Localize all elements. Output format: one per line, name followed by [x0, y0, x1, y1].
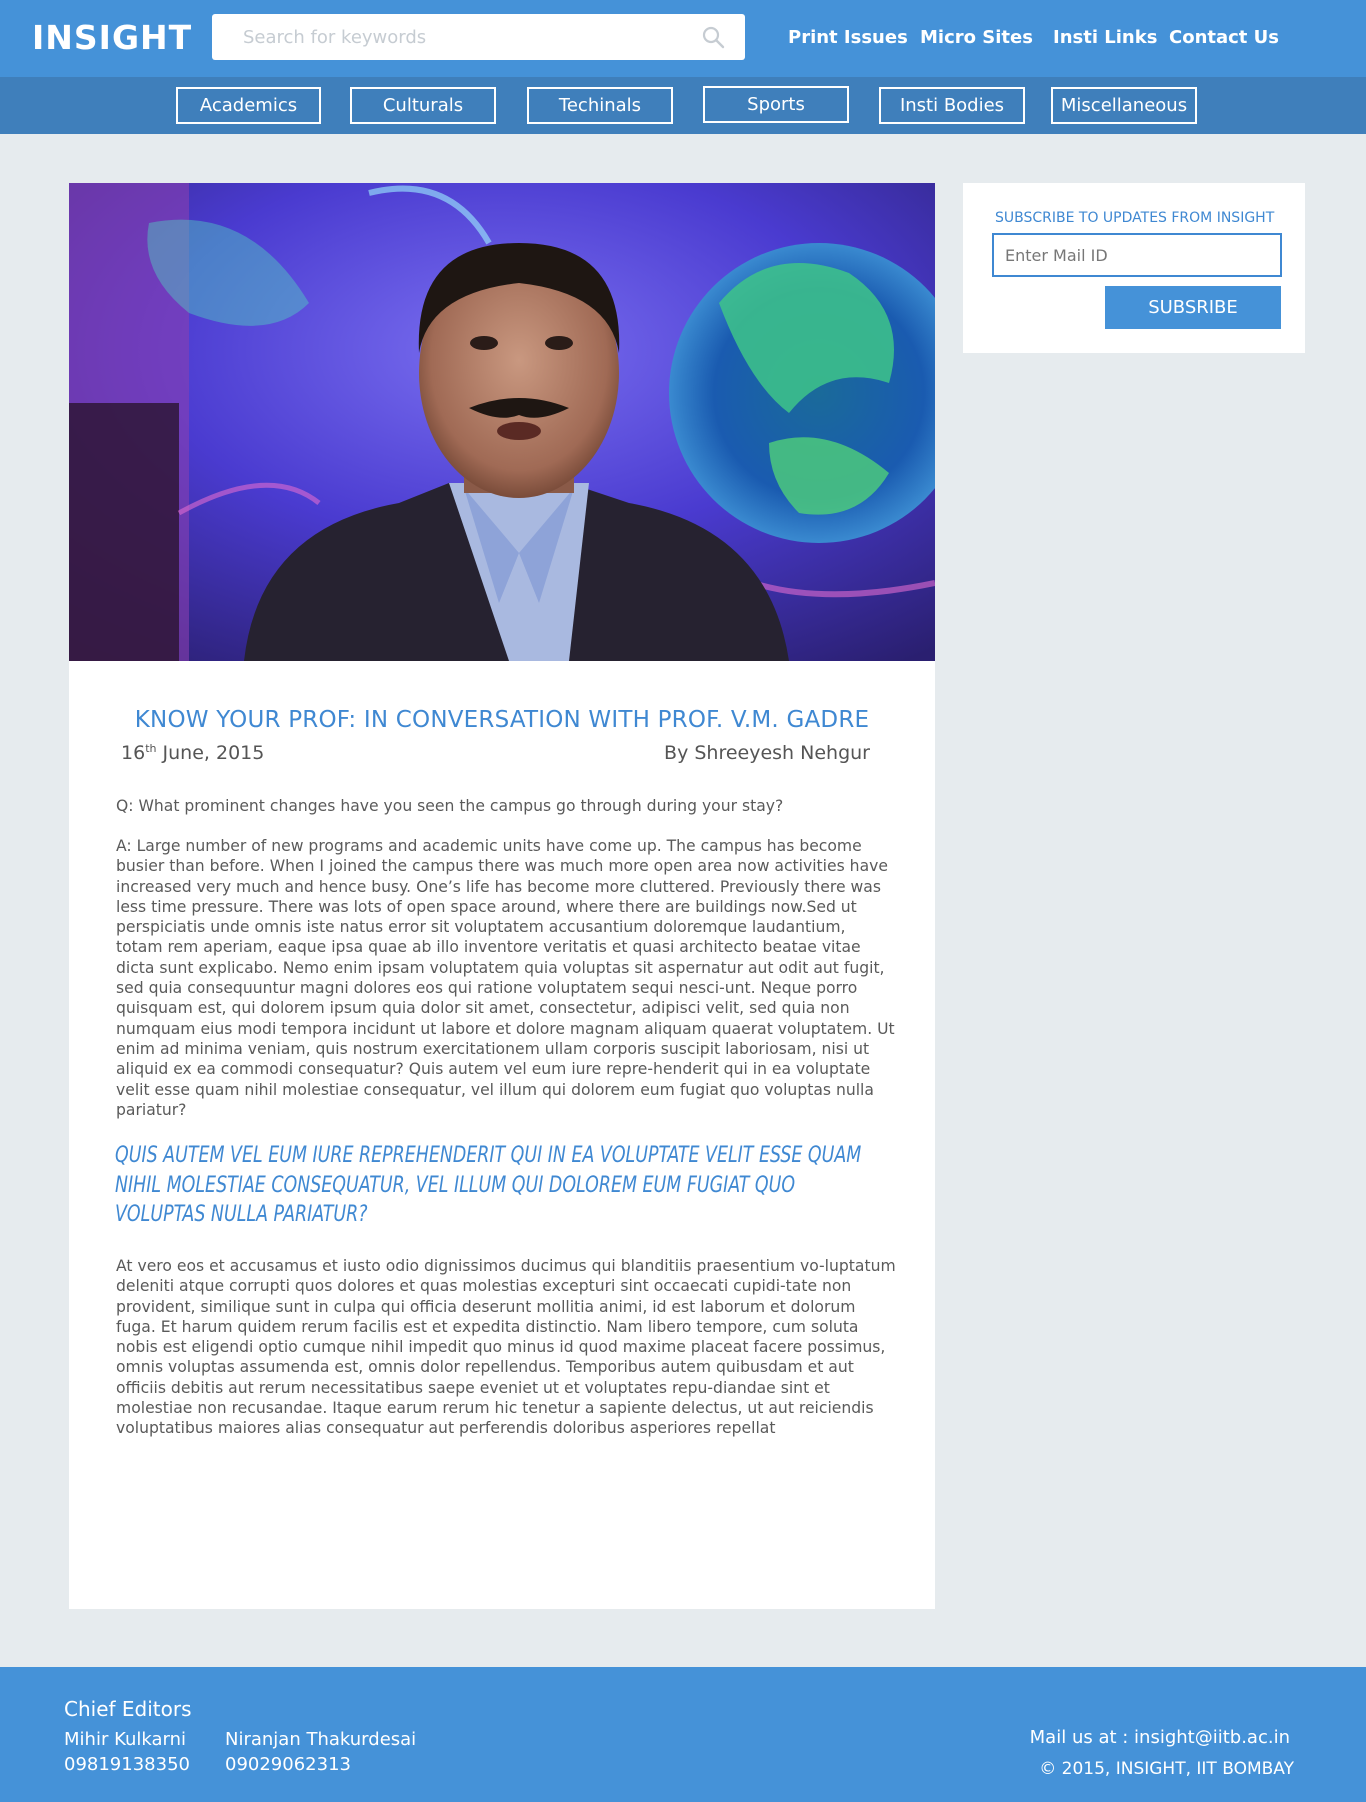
category-techinals[interactable]: Techinals — [527, 87, 673, 124]
editor-name: Mihir Kulkarni — [64, 1729, 187, 1750]
logo[interactable]: INSIGHT — [32, 18, 192, 57]
article-title: KNOW YOUR PROF: IN CONVERSATION WITH PRO… — [134, 707, 870, 733]
category-sports[interactable]: Sports — [703, 86, 849, 123]
answer-paragraph: A: Large number of new programs and acad… — [116, 837, 895, 1119]
email-field[interactable] — [992, 233, 1282, 277]
category-bar: Academics Culturals Techinals Sports Ins… — [0, 77, 1366, 134]
hero-photo — [69, 183, 935, 661]
subscribe-button[interactable]: SUBSRIBE — [1105, 286, 1281, 329]
search-box[interactable] — [212, 14, 745, 60]
closing-paragraph: At vero eos et accusamus et iusto odio d… — [116, 1257, 896, 1438]
nav-print-issues[interactable]: Print Issues — [788, 27, 908, 48]
footer-mail[interactable]: Mail us at : insight@iitb.ac.in — [1030, 1727, 1290, 1748]
category-insti-bodies[interactable]: Insti Bodies — [879, 87, 1025, 124]
question-paragraph: Q: What prominent changes have you seen … — [116, 797, 784, 815]
category-miscellaneous[interactable]: Miscellaneous — [1051, 87, 1197, 124]
article-date: 16th June, 2015 — [121, 742, 264, 764]
search-icon[interactable] — [701, 25, 725, 49]
date-suffix: th — [145, 742, 157, 755]
category-culturals[interactable]: Culturals — [350, 87, 496, 124]
footer-heading: Chief Editors — [64, 1697, 192, 1721]
editor-name: Niranjan Thakurdesai — [225, 1729, 417, 1750]
editor-phone: 09819138350 — [64, 1754, 190, 1775]
date-day: 16 — [121, 742, 146, 764]
category-academics[interactable]: Academics — [176, 87, 321, 124]
nav-micro-sites[interactable]: Micro Sites — [920, 27, 1033, 48]
article-card: KNOW YOUR PROF: IN CONVERSATION WITH PRO… — [69, 183, 935, 1609]
subscribe-heading: SUBSCRIBE TO UPDATES FROM INSIGHT — [995, 210, 1275, 226]
article-author: By Shreeyesh Nehgur — [664, 742, 870, 764]
article-hero-image — [69, 183, 935, 661]
top-bar: INSIGHT Print Issues Micro Sites Insti L… — [0, 0, 1366, 77]
pull-quote: Quis autem vel eum iure reprehenderit qu… — [115, 1143, 862, 1227]
search-input[interactable] — [212, 14, 692, 60]
footer-copyright: © 2015, INSIGHT, IIT BOMBAY — [1039, 1759, 1294, 1779]
subscribe-panel: SUBSCRIBE TO UPDATES FROM INSIGHT SUBSRI… — [963, 183, 1305, 353]
nav-contact-us[interactable]: Contact Us — [1169, 27, 1279, 48]
date-rest: June, 2015 — [156, 742, 265, 764]
editor-phone: 09029062313 — [225, 1754, 351, 1775]
footer: Chief Editors Mihir Kulkarni 09819138350… — [0, 1667, 1366, 1802]
nav-insti-links[interactable]: Insti Links — [1053, 27, 1157, 48]
